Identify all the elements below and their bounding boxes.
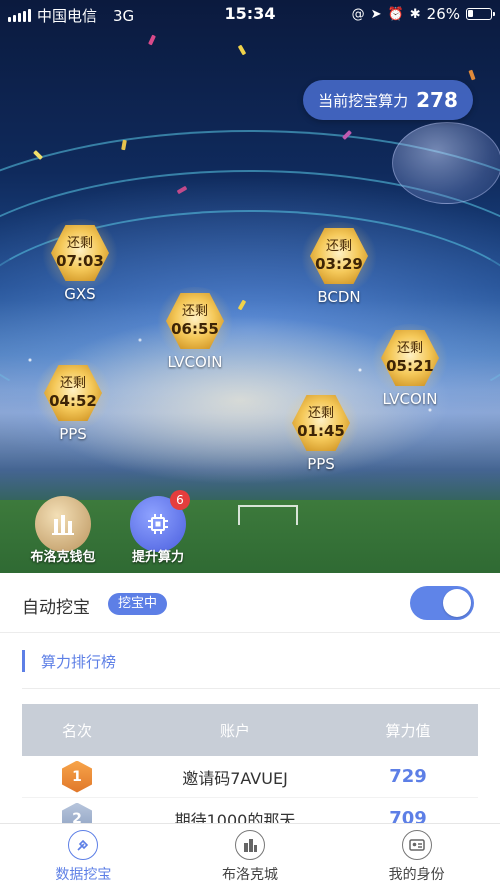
mining-coin-bcdn[interactable]: 还剩 03:29 BCDN	[298, 222, 380, 306]
rotation-lock-icon: @	[351, 6, 365, 22]
mining-coin-gxs[interactable]: 还剩 07:03 GXS	[39, 219, 121, 303]
table-row[interactable]: 1 邀请码7AVUEJ 729	[22, 756, 478, 798]
divider	[22, 688, 500, 689]
boost-power-button[interactable]: 6 提升算力	[113, 490, 203, 565]
coin-countdown: 05:21	[386, 357, 434, 375]
hot-air-balloon	[392, 122, 500, 204]
toggle-knob	[443, 589, 471, 617]
boost-power-label: 提升算力	[131, 550, 184, 565]
tab-label: 布洛克城	[222, 866, 278, 883]
battery-icon	[466, 8, 495, 20]
tab-data-mining[interactable]: 数据挖宝	[0, 824, 167, 889]
coin-countdown: 07:03	[56, 252, 104, 270]
mining-status-badge: 挖宝中	[108, 593, 168, 615]
goal-post	[238, 505, 298, 525]
mining-power-value: 278	[416, 88, 458, 112]
alarm-icon: ⏰	[387, 6, 404, 22]
chip-icon: 6	[130, 490, 190, 552]
column-header-account: 账户	[219, 721, 250, 740]
confetti	[148, 34, 156, 46]
coin-name: GXS	[64, 285, 96, 303]
coin-name: PPS	[59, 425, 87, 443]
mining-coin-lvcoin[interactable]: 还剩 06:55 LVCOIN	[154, 287, 236, 371]
coin-countdown: 06:55	[171, 320, 219, 338]
location-arrow-icon: ➤	[370, 6, 382, 22]
coin-countdown: 01:45	[297, 422, 345, 440]
city-icon	[235, 829, 265, 860]
wallet-button[interactable]: 布洛克钱包	[18, 496, 108, 565]
battery-percent: 26%	[426, 5, 460, 23]
mining-coin-pps[interactable]: 还剩 01:45 PPS	[280, 389, 362, 473]
mining-coin-pps[interactable]: 还剩 04:52 PPS	[32, 359, 114, 443]
mining-stadium-scene: 中国电信 3G 15:34 @ ➤ ⏰ ✱ 26% 当前挖宝算力 278 还剩 …	[0, 0, 500, 573]
account-name: 邀请码7AVUEJ	[182, 768, 288, 788]
tab-label: 我的身份	[388, 866, 445, 883]
ranking-table: 名次 账户 算力值 1 邀请码7AVUEJ 729 2 期待1000的那天 70…	[22, 704, 478, 840]
coin-name: LVCOIN	[382, 390, 438, 408]
tab-label: 数据挖宝	[55, 866, 112, 883]
wallet-icon	[35, 496, 91, 552]
bluetooth-icon: ✱	[409, 6, 421, 22]
rank-medal-icon: 1	[62, 760, 92, 793]
auto-mine-toggle[interactable]	[410, 586, 474, 620]
coin-name: PPS	[307, 455, 335, 473]
auto-mine-title: 自动挖宝	[22, 598, 90, 618]
ranking-section-header: 算力排行榜	[22, 648, 116, 674]
status-bar: 中国电信 3G 15:34 @ ➤ ⏰ ✱ 26%	[0, 0, 500, 30]
mining-power-label: 当前挖宝算力	[318, 91, 409, 110]
coin-name: LVCOIN	[167, 353, 223, 371]
ranking-title: 算力排行榜	[41, 652, 117, 671]
table-header: 名次 账户 算力值	[22, 704, 478, 756]
mining-coin-lvcoin[interactable]: 还剩 05:21 LVCOIN	[369, 324, 451, 408]
column-header-rank: 名次	[61, 721, 92, 740]
section-accent-bar	[22, 650, 25, 672]
tab-block-city[interactable]: 布洛克城	[167, 824, 334, 889]
bottom-tab-bar: 数据挖宝 布洛克城 我的身份	[0, 823, 500, 889]
current-mining-power: 当前挖宝算力 278	[303, 80, 473, 120]
wallet-label: 布洛克钱包	[30, 550, 96, 565]
confetti	[237, 44, 247, 56]
coin-countdown: 03:29	[315, 255, 363, 273]
coin-countdown: 04:52	[49, 392, 97, 410]
tab-my-identity[interactable]: 我的身份	[333, 824, 500, 889]
column-header-power: 算力值	[385, 721, 431, 740]
id-card-icon	[401, 829, 432, 860]
shovel-icon	[68, 829, 99, 860]
notification-badge: 6	[170, 490, 190, 510]
coin-name: BCDN	[317, 288, 361, 306]
confetti	[468, 69, 476, 81]
power-value: 729	[389, 766, 427, 787]
